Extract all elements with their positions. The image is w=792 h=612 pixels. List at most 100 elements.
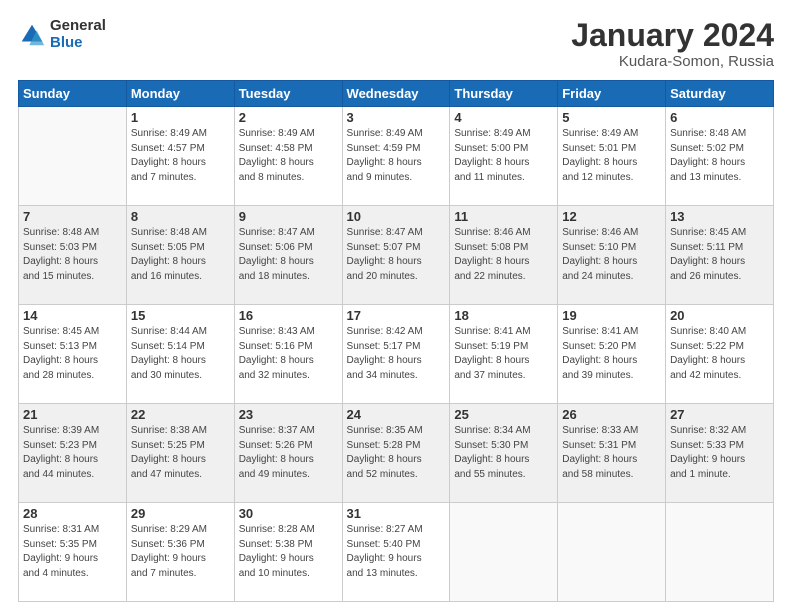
day-number: 9 — [239, 209, 338, 224]
calendar-cell: 7Sunrise: 8:48 AMSunset: 5:03 PMDaylight… — [19, 206, 127, 305]
day-number: 22 — [131, 407, 230, 422]
day-info: Sunrise: 8:48 AMSunset: 5:05 PMDaylight:… — [131, 226, 230, 284]
day-info: Sunrise: 8:32 AMSunset: 5:33 PMDaylight:… — [670, 424, 769, 482]
day-number: 2 — [239, 110, 338, 125]
calendar-cell: 6Sunrise: 8:48 AMSunset: 5:02 PMDaylight… — [666, 107, 774, 206]
calendar-header-monday: Monday — [126, 81, 234, 107]
calendar-cell: 10Sunrise: 8:47 AMSunset: 5:07 PMDayligh… — [342, 206, 450, 305]
calendar-header-wednesday: Wednesday — [342, 81, 450, 107]
main-title: January 2024 — [571, 18, 774, 53]
day-info: Sunrise: 8:27 AMSunset: 5:40 PMDaylight:… — [347, 523, 446, 581]
calendar-cell: 27 Sunrise: 8:32 AMSunset: 5:33 PMDayligh… — [666, 404, 774, 503]
calendar-header-sunday: Sunday — [19, 81, 127, 107]
day-number: 24 — [347, 407, 446, 422]
day-info: Sunrise: 8:42 AMSunset: 5:17 PMDaylight:… — [347, 325, 446, 383]
day-info: Sunrise: 8:48 AMSunset: 5:03 PMDaylight:… — [23, 226, 122, 284]
day-info: Sunrise: 8:46 AMSunset: 5:08 PMDaylight:… — [454, 226, 553, 284]
day-info: Sunrise: 8:46 AMSunset: 5:10 PMDaylight:… — [562, 226, 661, 284]
day-number: 4 — [454, 110, 553, 125]
day-number: 28 — [23, 506, 122, 521]
calendar-cell: 25Sunrise: 8:34 AMSunset: 5:30 PMDayligh… — [450, 404, 558, 503]
calendar-cell: 3Sunrise: 8:49 AMSunset: 4:59 PMDaylight… — [342, 107, 450, 206]
day-info: Sunrise: 8:49 AMSunset: 5:01 PMDaylight:… — [562, 127, 661, 185]
day-info: Sunrise: 8:49 AMSunset: 4:58 PMDaylight:… — [239, 127, 338, 185]
day-number: 1 — [131, 110, 230, 125]
day-info: Sunrise: 8:47 AMSunset: 5:07 PMDaylight:… — [347, 226, 446, 284]
calendar-cell: 5 Sunrise: 8:49 AMSunset: 5:01 PMDaylight… — [558, 107, 666, 206]
calendar-cell: 16 Sunrise: 8:43 AMSunset: 5:16 PMDayligh… — [234, 305, 342, 404]
day-number: 17 — [347, 308, 446, 323]
calendar-cell: 31 Sunrise: 8:27 AMSunset: 5:40 PMDayligh… — [342, 503, 450, 602]
day-info: Sunrise: 8:45 AMSunset: 5:13 PMDaylight:… — [23, 325, 122, 383]
calendar-cell: 24Sunrise: 8:35 AMSunset: 5:28 PMDayligh… — [342, 404, 450, 503]
calendar-cell — [666, 503, 774, 602]
logo-blue-text: Blue — [50, 35, 106, 52]
logo-general-text: General — [50, 18, 106, 35]
day-info: Sunrise: 8:47 AMSunset: 5:06 PMDaylight:… — [239, 226, 338, 284]
calendar-cell: 30Sunrise: 8:28 AMSunset: 5:38 PMDayligh… — [234, 503, 342, 602]
calendar-cell: 28 Sunrise: 8:31 AMSunset: 5:35 PMDayligh… — [19, 503, 127, 602]
day-number: 8 — [131, 209, 230, 224]
day-info: Sunrise: 8:39 AMSunset: 5:23 PMDaylight:… — [23, 424, 122, 482]
calendar-cell: 8 Sunrise: 8:48 AMSunset: 5:05 PMDaylight… — [126, 206, 234, 305]
calendar-cell: 9 Sunrise: 8:47 AMSunset: 5:06 PMDaylight… — [234, 206, 342, 305]
day-number: 5 — [562, 110, 661, 125]
day-info: Sunrise: 8:48 AMSunset: 5:02 PMDaylight:… — [670, 127, 769, 185]
day-number: 11 — [454, 209, 553, 224]
day-number: 19 — [562, 308, 661, 323]
day-info: Sunrise: 8:40 AMSunset: 5:22 PMDaylight:… — [670, 325, 769, 383]
day-number: 20 — [670, 308, 769, 323]
calendar-cell: 4 Sunrise: 8:49 AMSunset: 5:00 PMDaylight… — [450, 107, 558, 206]
day-info: Sunrise: 8:33 AMSunset: 5:31 PMDaylight:… — [562, 424, 661, 482]
calendar-cell: 12Sunrise: 8:46 AMSunset: 5:10 PMDayligh… — [558, 206, 666, 305]
day-number: 16 — [239, 308, 338, 323]
calendar-cell: 22 Sunrise: 8:38 AMSunset: 5:25 PMDayligh… — [126, 404, 234, 503]
calendar-cell — [558, 503, 666, 602]
calendar-header-friday: Friday — [558, 81, 666, 107]
day-number: 25 — [454, 407, 553, 422]
calendar-header-saturday: Saturday — [666, 81, 774, 107]
day-info: Sunrise: 8:49 AMSunset: 4:59 PMDaylight:… — [347, 127, 446, 185]
day-info: Sunrise: 8:38 AMSunset: 5:25 PMDaylight:… — [131, 424, 230, 482]
day-number: 26 — [562, 407, 661, 422]
day-number: 23 — [239, 407, 338, 422]
page: General Blue January 2024 Kudara-Somon, … — [0, 0, 792, 612]
calendar-week-row-5: 28 Sunrise: 8:31 AMSunset: 5:35 PMDayligh… — [19, 503, 774, 602]
day-info: Sunrise: 8:49 AMSunset: 5:00 PMDaylight:… — [454, 127, 553, 185]
day-number: 31 — [347, 506, 446, 521]
day-number: 21 — [23, 407, 122, 422]
day-info: Sunrise: 8:43 AMSunset: 5:16 PMDaylight:… — [239, 325, 338, 383]
calendar-cell: 17 Sunrise: 8:42 AMSunset: 5:17 PMDayligh… — [342, 305, 450, 404]
calendar-cell: 26 Sunrise: 8:33 AMSunset: 5:31 PMDayligh… — [558, 404, 666, 503]
calendar-header-row: SundayMondayTuesdayWednesdayThursdayFrid… — [19, 81, 774, 107]
day-info: Sunrise: 8:41 AMSunset: 5:20 PMDaylight:… — [562, 325, 661, 383]
day-number: 27 — [670, 407, 769, 422]
calendar-cell: 19 Sunrise: 8:41 AMSunset: 5:20 PMDayligh… — [558, 305, 666, 404]
calendar-cell: 15Sunrise: 8:44 AMSunset: 5:14 PMDayligh… — [126, 305, 234, 404]
calendar-cell: 2 Sunrise: 8:49 AMSunset: 4:58 PMDaylight… — [234, 107, 342, 206]
calendar-cell: 20 Sunrise: 8:40 AMSunset: 5:22 PMDayligh… — [666, 305, 774, 404]
calendar-header-tuesday: Tuesday — [234, 81, 342, 107]
day-number: 14 — [23, 308, 122, 323]
calendar-cell: 1 Sunrise: 8:49 AMSunset: 4:57 PMDaylight… — [126, 107, 234, 206]
day-info: Sunrise: 8:41 AMSunset: 5:19 PMDaylight:… — [454, 325, 553, 383]
day-info: Sunrise: 8:29 AMSunset: 5:36 PMDaylight:… — [131, 523, 230, 581]
calendar-cell: 21 Sunrise: 8:39 AMSunset: 5:23 PMDayligh… — [19, 404, 127, 503]
day-info: Sunrise: 8:45 AMSunset: 5:11 PMDaylight:… — [670, 226, 769, 284]
calendar-cell — [19, 107, 127, 206]
calendar-cell: 13 Sunrise: 8:45 AMSunset: 5:11 PMDayligh… — [666, 206, 774, 305]
calendar-week-row-2: 7Sunrise: 8:48 AMSunset: 5:03 PMDaylight… — [19, 206, 774, 305]
calendar-header-thursday: Thursday — [450, 81, 558, 107]
calendar-cell: 23Sunrise: 8:37 AMSunset: 5:26 PMDayligh… — [234, 404, 342, 503]
title-block: January 2024 Kudara-Somon, Russia — [571, 18, 774, 70]
calendar-week-row-4: 21 Sunrise: 8:39 AMSunset: 5:23 PMDayligh… — [19, 404, 774, 503]
day-info: Sunrise: 8:49 AMSunset: 4:57 PMDaylight:… — [131, 127, 230, 185]
header: General Blue January 2024 Kudara-Somon, … — [18, 18, 774, 70]
day-info: Sunrise: 8:44 AMSunset: 5:14 PMDaylight:… — [131, 325, 230, 383]
day-number: 13 — [670, 209, 769, 224]
logo: General Blue — [18, 18, 106, 51]
calendar-cell — [450, 503, 558, 602]
calendar-table: SundayMondayTuesdayWednesdayThursdayFrid… — [18, 80, 774, 602]
day-info: Sunrise: 8:31 AMSunset: 5:35 PMDaylight:… — [23, 523, 122, 581]
subtitle: Kudara-Somon, Russia — [571, 53, 774, 70]
